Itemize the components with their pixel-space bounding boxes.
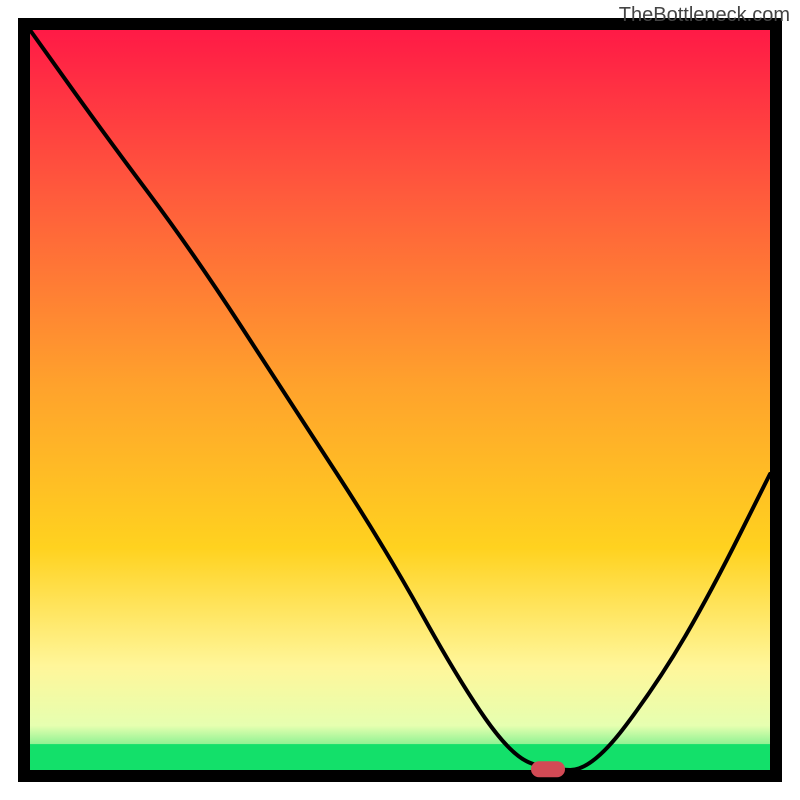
optimal-marker bbox=[531, 761, 565, 777]
attribution-text: TheBottleneck.com bbox=[619, 4, 790, 27]
bottleneck-chart bbox=[0, 0, 800, 800]
plot-area bbox=[30, 30, 770, 770]
green-band bbox=[30, 744, 770, 770]
